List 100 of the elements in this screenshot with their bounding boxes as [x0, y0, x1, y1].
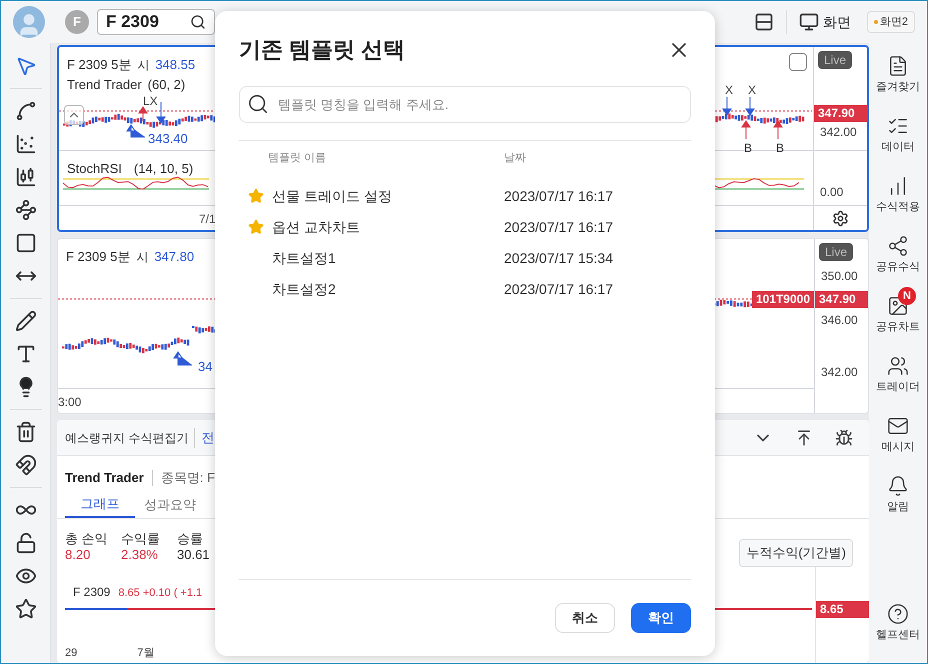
chart-title: F 2309 5분 — [66, 248, 130, 266]
template-row[interactable]: 선물 트레이드 설정 2023/07/17 16:17 — [239, 180, 691, 212]
cancel-button[interactable]: 취소 — [555, 603, 615, 633]
column-header: 날짜 — [504, 151, 526, 166]
rectangle-tool-icon[interactable] — [14, 232, 36, 254]
live-badge: Live — [819, 243, 854, 261]
open-label: 시 — [136, 249, 148, 266]
screen-button[interactable]: 화면 — [798, 12, 851, 32]
period-dropdown[interactable]: 누적수익(기간별) — [739, 538, 853, 566]
template-date: 2023/07/17 16:17 — [504, 186, 613, 206]
column-header: 템플릿 이름 — [268, 151, 328, 166]
unlock-icon[interactable] — [14, 532, 36, 554]
symbol-badge: F — [65, 10, 89, 34]
sidebar-item[interactable]: 알림 — [887, 471, 909, 531]
price-tick: 342.00 — [821, 364, 858, 381]
buy-arrow — [742, 120, 750, 140]
price-tick: 342.00 — [820, 124, 857, 141]
price-tag: 101T9000 — [752, 291, 814, 308]
price-tag: 347.90 — [814, 105, 867, 122]
indicator-name: StochRSI — [67, 160, 122, 178]
stat-value: 30.61 — [177, 546, 211, 562]
collapse-button[interactable] — [64, 105, 84, 125]
price-tick: 0.00 — [820, 184, 844, 201]
price-marker-arrow — [126, 124, 146, 138]
line-tool-icon[interactable] — [14, 100, 36, 122]
time-label: 3:00 — [58, 394, 82, 411]
pencil-icon[interactable] — [14, 310, 36, 332]
signal-label: LX — [143, 93, 158, 110]
trash-icon[interactable] — [14, 421, 36, 443]
sidebar-item[interactable]: 즐겨찾기 — [876, 51, 920, 111]
axis-label: 7월 — [137, 646, 154, 660]
axis-label: 29 — [65, 646, 78, 660]
buy-arrow — [138, 106, 148, 122]
search-icon — [247, 93, 269, 115]
price-tag: 8.65 — [816, 600, 869, 618]
monitor-icon — [798, 12, 819, 32]
search-field[interactable]: 템플릿 명칭을 입력해 주세요. — [239, 86, 691, 123]
mail-icon — [887, 415, 909, 437]
share-icon — [887, 235, 909, 257]
signal-label: X — [748, 82, 756, 99]
notification-badge: N — [898, 287, 916, 305]
screen-chip[interactable]: 화면2 — [866, 11, 915, 33]
panel-title: 예스랭귀지 수식편집기 — [65, 430, 188, 446]
template-row[interactable]: 옵션 교차차트 2023/07/17 16:17 — [239, 212, 691, 242]
signal-label: B — [744, 140, 752, 157]
sell-arrow — [722, 96, 732, 116]
indicator-params: (14, 10, 5) — [134, 160, 194, 178]
bug-icon[interactable] — [835, 428, 853, 446]
symbol-label: 종목명: F — [160, 469, 215, 487]
tab[interactable]: 그래프 — [65, 492, 135, 518]
confirm-button[interactable]: 확인 — [631, 603, 691, 633]
star-icon[interactable] — [14, 598, 36, 620]
strategy-name: Trend Trader — [65, 469, 144, 487]
template-name: 차트설정2 — [272, 280, 337, 298]
strategy-params: (60, 2) — [148, 76, 186, 94]
chart-title: F 2309 5분 — [67, 56, 132, 74]
mini-chart-quote: 8.65 +0.10 ( +1.1 — [118, 586, 202, 600]
points-tool-icon[interactable] — [14, 199, 36, 221]
stat-label: 총 손익 — [65, 530, 109, 546]
dialog-title: 기존 템플릿 선택 — [239, 36, 406, 64]
settings-icon[interactable] — [832, 210, 849, 226]
template-row[interactable]: 차트설정2 2023/07/17 16:17 — [239, 274, 691, 304]
open-label: 시 — [137, 57, 150, 74]
scatter-tool-icon[interactable] — [14, 133, 36, 155]
tab[interactable]: 성과요약 — [135, 492, 205, 518]
stat-label: 수익률 — [121, 530, 161, 546]
template-date: 2023/07/17 16:17 — [504, 218, 613, 236]
sidebar-item[interactable]: 헬프센터 — [876, 599, 920, 659]
sell-arrow — [156, 102, 166, 124]
template-name: 옵션 교차차트 — [272, 218, 361, 236]
candlestick-tool-icon[interactable] — [14, 166, 36, 188]
marker-price: 34 — [198, 358, 212, 376]
users-icon — [887, 355, 909, 377]
magnet-icon[interactable] — [14, 454, 36, 476]
bell-icon — [887, 475, 909, 497]
symbol-search-field[interactable]: F 2309 — [97, 9, 215, 35]
open-value: 347.80 — [154, 248, 194, 266]
maximize-button[interactable] — [789, 53, 807, 71]
split-layout-icon[interactable] — [754, 12, 774, 32]
stat-value: 2.38% — [121, 546, 159, 562]
sidebar-item[interactable]: 데이터 — [882, 111, 914, 171]
panel-link[interactable]: 전 — [201, 428, 214, 448]
stat-label: 승률 — [177, 530, 204, 546]
signal-label: X — [725, 82, 734, 99]
template-date: 2023/07/17 16:17 — [504, 280, 613, 298]
price-tick: 346.00 — [821, 312, 858, 329]
sidebar-item[interactable]: 트레이더 — [876, 351, 920, 411]
marker-price: 343.40 — [148, 130, 188, 148]
sidebar-item[interactable]: 메시지 — [882, 411, 914, 471]
signal-label: B — [776, 140, 784, 157]
stat-value: 8.20 — [65, 546, 92, 562]
strategy-name: Trend Trader — [67, 76, 142, 94]
candle-series — [192, 326, 217, 334]
help-icon — [887, 603, 909, 625]
template-row[interactable]: 차트설정1 2023/07/17 15:34 — [239, 242, 691, 274]
mini-chart-symbol: F 2309 — [73, 584, 110, 600]
sidebar-item[interactable]: 수식적용 — [876, 171, 920, 231]
upload-icon[interactable] — [795, 428, 813, 446]
template-name: 차트설정1 — [272, 248, 337, 268]
template-date: 2023/07/17 15:34 — [504, 248, 613, 268]
